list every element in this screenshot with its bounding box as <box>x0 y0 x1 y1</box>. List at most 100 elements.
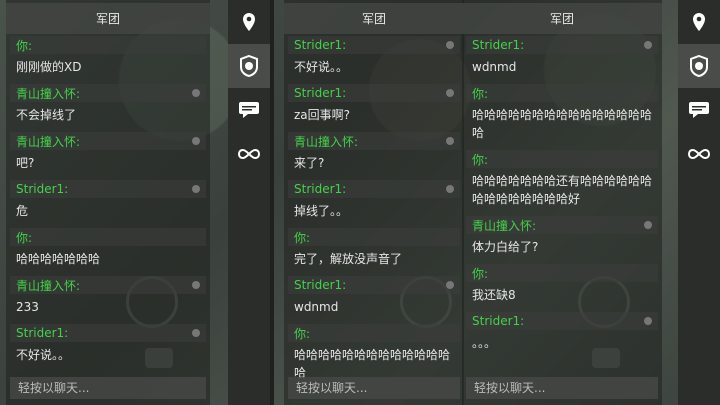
chat-message: 青山撞入怀: 吧? <box>10 132 206 180</box>
settings-dot-icon[interactable] <box>644 317 652 325</box>
message-list[interactable]: 你: 刚刚做的XD 青山撞入怀: 不会掉线了 青山撞入怀: 吧? Strider1: 危你: 哈… <box>6 36 210 372</box>
settings-dot-icon[interactable] <box>192 89 200 97</box>
settings-dot-icon[interactable] <box>446 137 454 145</box>
message-sender[interactable]: 你: <box>10 228 206 246</box>
sender-name: 你: <box>16 230 33 245</box>
chat-message: Strider1: 不好说。。 <box>288 36 460 84</box>
panel-title: 军团 <box>6 2 210 34</box>
sender-name: 青山撞入怀: <box>16 86 81 101</box>
settings-dot-icon[interactable] <box>644 221 652 229</box>
settings-dot-icon[interactable] <box>446 185 454 193</box>
sender-name: Strider1: <box>472 314 525 328</box>
message-text: 掉线了。。 <box>294 204 349 218</box>
message-sender[interactable]: 青山撞入怀: <box>466 216 658 234</box>
sender-name: Strider1: <box>294 38 347 52</box>
clan-tab[interactable] <box>678 44 720 88</box>
chat-message: Strider1: 危 <box>10 180 206 228</box>
panel-title: 军团 <box>462 2 662 34</box>
divider <box>270 0 274 405</box>
message-text: 233 <box>16 300 39 314</box>
message-sender[interactable]: 你: <box>288 228 460 246</box>
message-sender[interactable]: 青山撞入怀: <box>288 132 460 150</box>
message-sender[interactable]: Strider1: <box>288 180 460 198</box>
message-sender[interactable]: Strider1: <box>466 312 658 330</box>
chat-bubble-icon <box>239 102 259 118</box>
chat-message: 你: 哈哈哈哈哈哈哈哈哈哈哈哈哈哈哈哈 <box>466 84 658 150</box>
message-text: wdnmd <box>294 300 339 314</box>
chat-message: Strider1: za回事啊? <box>288 84 460 132</box>
chat-input[interactable]: 轻按以聊天... <box>288 377 460 399</box>
message-sender[interactable]: 你: <box>466 84 658 102</box>
message-list[interactable]: Strider1: 不好说。。 Strider1: za回事啊? 青山撞入怀: 来了? St… <box>284 36 464 390</box>
sender-name: 青山撞入怀: <box>16 278 81 293</box>
location-tab[interactable] <box>228 0 270 44</box>
message-text: 。。。 <box>472 336 497 350</box>
message-sender[interactable]: 青山撞入怀: <box>10 84 206 102</box>
clan-emblem-icon <box>690 54 708 78</box>
infinity-tab[interactable] <box>228 132 270 176</box>
chat-message: Strider1: wdnmd <box>466 36 658 84</box>
sender-name: 青山撞入怀: <box>16 134 81 149</box>
settings-dot-icon[interactable] <box>192 329 200 337</box>
chat-input[interactable]: 轻按以聊天... <box>10 377 206 399</box>
message-sender[interactable]: 青山撞入怀: <box>10 276 206 294</box>
settings-dot-icon[interactable] <box>192 137 200 145</box>
message-text: 完了，解放没声音了 <box>294 252 403 266</box>
message-text: 哈哈哈哈哈哈哈 <box>16 252 101 266</box>
sender-name: 青山撞入怀: <box>472 218 537 233</box>
sender-name: Strider1: <box>16 182 69 196</box>
sender-name: Strider1: <box>472 38 525 52</box>
message-sender[interactable]: Strider1: <box>288 276 460 294</box>
message-sender[interactable]: Strider1: <box>10 324 206 342</box>
message-text: za回事啊? <box>294 108 351 122</box>
message-list[interactable]: Strider1: wdnmd 你: 哈哈哈哈哈哈哈哈哈哈哈哈哈哈哈哈 你: 哈哈哈哈哈哈… <box>462 36 662 360</box>
chat-message: 你: 我还缺8 <box>466 264 658 312</box>
location-pin-icon <box>243 13 255 31</box>
clan-tab[interactable] <box>228 44 270 88</box>
message-sender[interactable]: Strider1: <box>288 36 460 54</box>
settings-dot-icon[interactable] <box>192 281 200 289</box>
infinity-tab[interactable] <box>678 132 720 176</box>
chat-tab[interactable] <box>228 88 270 132</box>
message-text: 来了? <box>294 156 325 170</box>
message-sender[interactable]: Strider1: <box>466 36 658 54</box>
sender-name: Strider1: <box>294 278 347 292</box>
settings-dot-icon[interactable] <box>644 41 652 49</box>
message-sender[interactable]: 你: <box>466 264 658 282</box>
message-text: 我还缺8 <box>472 288 516 302</box>
chat-panel-left: 军团 你: 刚刚做的XD 青山撞入怀: 不会掉线了 青山撞入怀: 吧? Strider1: 危… <box>6 0 210 405</box>
chat-input[interactable]: 轻按以聊天... <box>466 377 658 399</box>
chat-tab[interactable] <box>678 88 720 132</box>
clan-emblem-icon <box>240 54 258 78</box>
message-text: 哈哈哈哈哈哈哈哈哈哈哈哈哈哈哈哈 <box>472 108 653 140</box>
sender-name: 你: <box>472 266 489 281</box>
message-sender[interactable]: 你: <box>288 324 460 342</box>
chat-message: 青山撞入怀: 来了? <box>288 132 460 180</box>
side-tab-rail <box>228 0 270 405</box>
sender-name: 你: <box>294 326 311 341</box>
sender-name: 你: <box>294 230 311 245</box>
chat-message: Strider1: wdnmd <box>288 276 460 324</box>
message-sender[interactable]: 你: <box>466 150 658 168</box>
message-sender[interactable]: 你: <box>10 36 206 54</box>
settings-dot-icon[interactable] <box>446 41 454 49</box>
chat-message: 青山撞入怀: 体力白给了? <box>466 216 658 264</box>
message-sender[interactable]: 青山撞入怀: <box>10 132 206 150</box>
settings-dot-icon[interactable] <box>446 89 454 97</box>
settings-dot-icon[interactable] <box>446 281 454 289</box>
panel-header: 军团 <box>284 0 464 36</box>
location-tab[interactable] <box>678 0 720 44</box>
sender-name: 你: <box>472 152 489 167</box>
side-tab-rail <box>678 0 720 405</box>
message-sender[interactable]: Strider1: <box>288 84 460 102</box>
message-text: 哈哈哈哈哈哈哈还有哈哈哈哈哈哈哈哈哈哈哈哈哈哈好 <box>472 174 653 206</box>
message-text: 不好说。。 <box>16 348 71 362</box>
chat-message: 青山撞入怀: 不会掉线了 <box>10 84 206 132</box>
chat-message: Strider1: 。。。 <box>466 312 658 360</box>
chat-message: 你: 哈哈哈哈哈哈哈 <box>10 228 206 276</box>
message-sender[interactable]: Strider1: <box>10 180 206 198</box>
chat-message: 你: 哈哈哈哈哈哈哈还有哈哈哈哈哈哈哈哈哈哈哈哈哈哈好 <box>466 150 658 216</box>
settings-dot-icon[interactable] <box>192 185 200 193</box>
chat-message: 青山撞入怀: 233 <box>10 276 206 324</box>
message-text: 吧? <box>16 156 35 170</box>
